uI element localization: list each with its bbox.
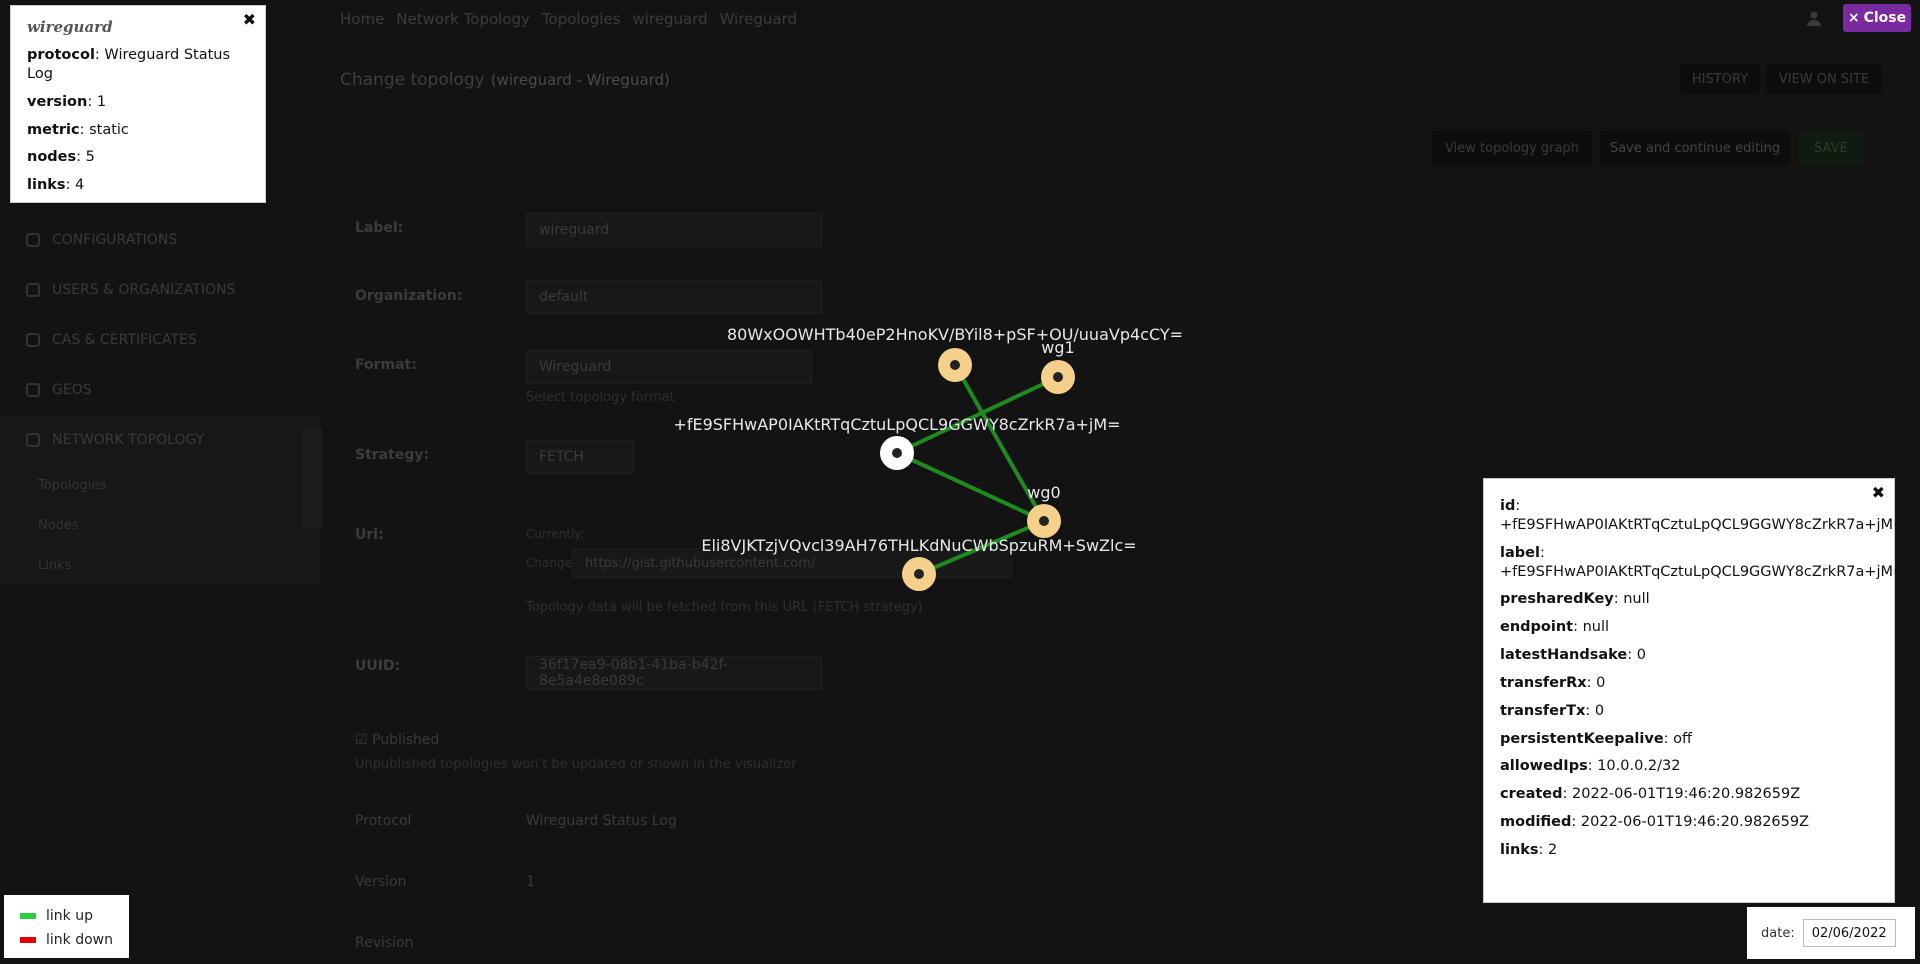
node-row-modified: modified: 2022-06-01T19:46:20.982659Z (1500, 814, 1810, 831)
node-center-dot (1053, 372, 1063, 382)
overview-row-nodes: nodes: 5 (27, 149, 95, 166)
node-label: wg1 (1041, 338, 1074, 357)
node-row-latesthandsake: latestHandsake: 0 (1500, 647, 1646, 664)
topology-node-n_top[interactable]: 80WxOOWHTb40eP2HnoKV/BYil8+pSF+OU/uuaVp4… (727, 325, 1183, 382)
legend-item-link-down: link down (20, 928, 113, 952)
topology-overview-panel: ✖ wireguard protocol: Wireguard Status L… (10, 5, 266, 203)
topology-node-n_wg0[interactable]: wg0 (1027, 483, 1061, 538)
link-up-swatch (20, 913, 36, 919)
node-center-dot (892, 448, 902, 458)
link-n_sel-n_wg0[interactable] (896, 451, 1045, 523)
topology-node-n_bot[interactable]: Eli8VJKTzjVQvcl39AH76THLKdNuCWbSpzuRM+Sw… (701, 536, 1137, 591)
node-center-dot (1039, 516, 1049, 526)
overview-row-protocol: protocol: Wireguard Status Log (27, 47, 231, 82)
node-row-persistentkeepalive: persistentKeepalive: off (1500, 730, 1693, 747)
node-center-dot (914, 569, 924, 579)
node-info-panel: ✖ id: +fE9SFHwAP0IAKtRTqCztuLpQCL9GGWY8cZ… (1483, 478, 1906, 903)
overview-row-version: version: 1 (27, 93, 107, 110)
node-label: 80WxOOWHTb40eP2HnoKV/BYil8+pSF+OU/uuaVp4… (727, 325, 1183, 344)
node-row-created: created: 2022-06-01T19:46:20.982659Z (1500, 786, 1801, 803)
link-legend: link up link down (4, 895, 129, 958)
close-node-info-icon[interactable]: ✖ (1872, 485, 1885, 501)
close-button-label: Close (1863, 10, 1907, 26)
node-row-transfertx: transferTx: 0 (1500, 702, 1605, 719)
overview-title: wireguard (27, 18, 113, 36)
node-label: Eli8VJKTzjVQvcl39AH76THLKdNuCWbSpzuRM+Sw… (701, 536, 1136, 555)
close-overview-icon[interactable]: ✖ (243, 12, 256, 28)
node-row-presharedkey: presharedKey: null (1500, 591, 1650, 608)
nodes-layer: 80WxOOWHTb40eP2HnoKV/BYil8+pSF+OU/uuaVp4… (673, 325, 1183, 591)
topology-node-n_wg1[interactable]: wg1 (1041, 338, 1075, 394)
topology-node-n_sel[interactable]: +fE9SFHwAP0IAKtRTqCztuLpQCL9GGWY8cZrkR7a… (673, 415, 1121, 470)
close-icon: × (1847, 10, 1860, 26)
node-row-endpoint: endpoint: null (1500, 619, 1610, 636)
legend-item-link-up: link up (20, 904, 113, 928)
overview-row-links: links: 4 (27, 177, 85, 194)
link-down-swatch (20, 937, 36, 943)
date-filter: date: (1747, 907, 1915, 959)
node-center-dot (950, 360, 960, 370)
node-label: wg0 (1027, 483, 1060, 502)
node-row-label: label: +fE9SFHwAP0IAKtRTqCztuLpQCL9GGWY8c… (1500, 544, 1906, 580)
close-button[interactable]: × Close (1843, 4, 1911, 32)
node-row-allowedips: allowedIps: 10.0.0.2/32 (1500, 758, 1681, 775)
node-row-id: id: +fE9SFHwAP0IAKtRTqCztuLpQCL9GGWY8cZrk… (1500, 498, 1906, 533)
node-row-links: links: 2 (1500, 841, 1558, 858)
overview-row-metric: metric: static (27, 121, 129, 138)
node-row-transferrx: transferRx: 0 (1500, 674, 1606, 691)
node-label: +fE9SFHwAP0IAKtRTqCztuLpQCL9GGWY8cZrkR7a… (673, 415, 1120, 434)
date-input[interactable] (1802, 919, 1896, 947)
date-label: date: (1761, 925, 1795, 941)
